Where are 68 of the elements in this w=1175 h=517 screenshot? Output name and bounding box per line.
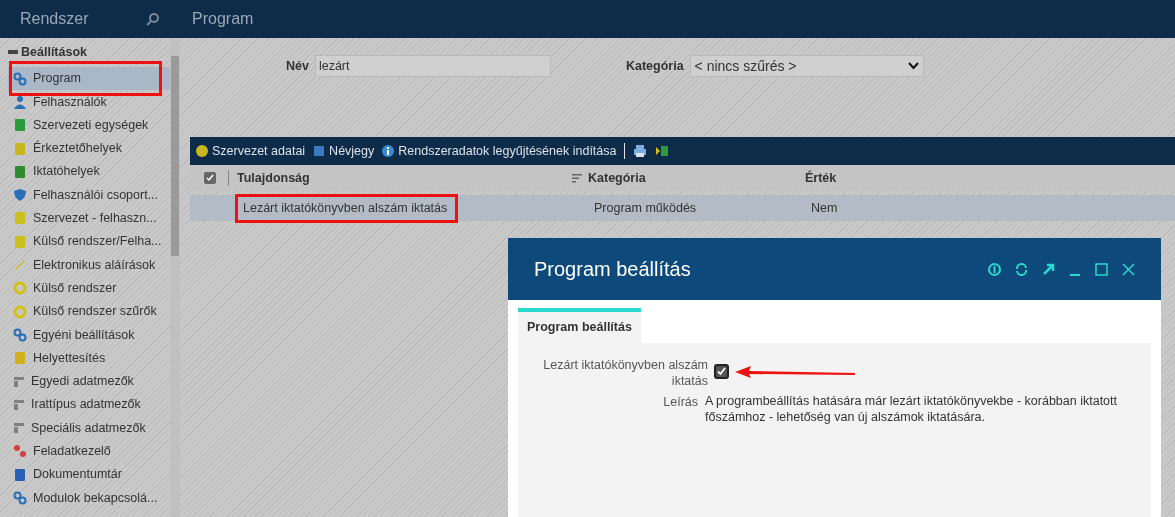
dialog-tab[interactable]: Program beállítás	[518, 308, 641, 343]
setting-checkbox[interactable]	[714, 364, 729, 379]
sidebar-item[interactable]: Külső rendszer	[8, 276, 170, 300]
ring-icon	[13, 304, 27, 319]
refresh-icon[interactable]	[1015, 262, 1028, 276]
sidebar-item[interactable]: Felhasználók	[8, 90, 170, 114]
chevron-down-icon	[907, 62, 919, 70]
info-icon	[382, 145, 395, 157]
sidebar-item[interactable]: Speciális adatmezők	[8, 416, 170, 440]
name-field[interactable]: lezárt	[314, 55, 551, 77]
search-icon[interactable]	[146, 12, 160, 26]
maximize-icon[interactable]	[1095, 262, 1108, 276]
link-icon	[13, 491, 27, 505]
form-icon	[13, 375, 25, 388]
sidebar-item[interactable]: Egyéni beállítások	[8, 323, 170, 347]
toolbar-button[interactable]: Rendszeradatok legyűjtésének indítása	[382, 141, 617, 161]
page-title: Program	[192, 9, 254, 29]
sidebar-item[interactable]: Helyettesítés	[8, 346, 170, 370]
link-icon	[13, 71, 27, 86]
sidebar-item[interactable]: Külső rendszer/Felha...	[8, 230, 170, 254]
toolbar-button[interactable]: Szervezet adatai	[196, 141, 306, 161]
table-cell: Lezárt iktatókönyvben alszám iktatás	[243, 200, 448, 215]
sidebar-item[interactable]: Felhasználói csoport...	[8, 183, 170, 207]
column-header[interactable]: Érték	[805, 168, 837, 188]
scrollbar[interactable]	[170, 38, 180, 517]
category-label: Kategória	[625, 57, 684, 75]
toolbar-button[interactable]: Névjegy	[313, 141, 375, 161]
sidebar-item[interactable]: Program	[8, 67, 170, 91]
select-all-checkbox[interactable]	[204, 172, 216, 184]
dots-icon	[13, 444, 27, 459]
setting-label: Lezárt iktatókönyvben alszám iktatás	[542, 357, 708, 389]
spreadsheet-icon[interactable]	[655, 144, 670, 158]
column-header[interactable]: Tulajdonság	[237, 168, 572, 188]
table-cell-text: Nem	[811, 199, 838, 217]
sort-icon[interactable]	[572, 173, 582, 183]
info-icon[interactable]	[988, 262, 1001, 276]
description-text: A programbeállítás hatására már lezárt iktatókönyvekbe - korábban iktatott főszámhoz - lehetőség van új alszámok iktatására.	[705, 393, 1119, 425]
form-icon	[13, 422, 25, 435]
sidebar-item[interactable]: Érkeztetőhelyek	[8, 136, 170, 161]
pen-icon	[13, 258, 27, 272]
sidebar-item[interactable]: Elektronikus aláírások	[8, 253, 170, 277]
form-icon	[13, 398, 25, 411]
sidebar-item[interactable]: Irattípus adatmezők	[8, 393, 170, 417]
table-row[interactable]: Lezárt iktatókönyvben alszám iktatás Program működés Nem	[190, 195, 1175, 221]
description-label: Leírás	[662, 394, 698, 411]
table-cell-text: Program működés	[594, 199, 698, 217]
sidebar-item[interactable]: Feladatkezelő	[8, 439, 170, 464]
sidebar-item[interactable]: Dokumentumtár	[8, 463, 170, 487]
close-icon[interactable]	[1122, 262, 1135, 276]
shield-icon	[13, 188, 27, 203]
print-icon[interactable]	[633, 144, 648, 158]
name-label: Név	[286, 57, 309, 75]
link-icon	[13, 327, 27, 342]
group-header: Beállítások	[21, 43, 87, 61]
sidebar-item[interactable]: Külső rendszer szűrők	[8, 299, 170, 324]
sidebar-item[interactable]: Egyedi adatmezők	[8, 369, 170, 394]
sidebar-title: Rendszer	[20, 9, 89, 29]
user-icon	[13, 94, 27, 109]
ring-icon	[13, 281, 27, 296]
column-header[interactable]: Kategória	[588, 168, 805, 188]
sidebar-item[interactable]: Modulok bekapcsolá...	[8, 486, 170, 510]
sidebar-item[interactable]: Szervezet - felhaszn...	[8, 206, 170, 231]
sidebar-item[interactable]: Iktatóhelyek	[8, 160, 170, 184]
dialog-title: Program beállítás	[534, 257, 691, 282]
category-select[interactable]: < nincs szűrés >	[689, 55, 924, 77]
card-icon	[313, 145, 326, 157]
sidebar-item[interactable]: Szervezeti egységek	[8, 113, 170, 137]
arrow-icon[interactable]	[1042, 262, 1055, 276]
